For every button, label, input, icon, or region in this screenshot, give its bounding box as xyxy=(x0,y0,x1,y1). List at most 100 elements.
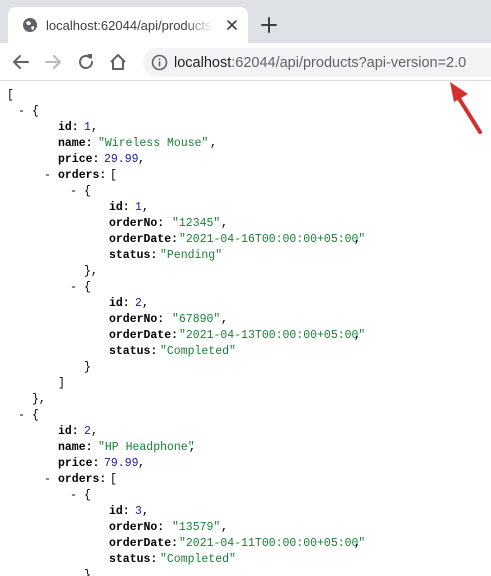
plus-icon[interactable] xyxy=(258,14,280,36)
json-key: status: xyxy=(109,553,158,566)
globe-icon xyxy=(23,18,37,32)
json-number: 1 xyxy=(84,121,91,134)
json-string: "13579" xyxy=(172,521,221,534)
json-line: status: "Pending" xyxy=(0,248,222,264)
object-open-brace: { xyxy=(84,185,91,198)
json-line: - orders: [ xyxy=(0,472,117,488)
json-line: status: "Completed" xyxy=(0,552,236,568)
json-string: "HP Headphone" xyxy=(98,441,195,454)
close-icon[interactable] xyxy=(224,17,240,33)
json-key: orderNo: xyxy=(109,521,165,534)
json-key: status: xyxy=(109,345,158,358)
json-key: price: xyxy=(58,153,100,166)
collapse-toggle[interactable]: - xyxy=(18,104,25,120)
json-key: id: xyxy=(58,121,79,134)
json-key: orderNo: xyxy=(109,313,165,326)
json-number: 79.99 xyxy=(104,457,139,470)
json-number: 2 xyxy=(135,297,142,310)
json-viewer: [ - { id: 1 , name: "Wireless Mouse" , p… xyxy=(0,82,491,576)
info-icon[interactable] xyxy=(151,54,168,71)
json-line: orderNo: "67890" , xyxy=(0,312,228,328)
comma: , xyxy=(91,121,98,134)
json-key: name: xyxy=(58,137,93,150)
object-close-brace: }, xyxy=(32,393,46,406)
forward-arrow-icon[interactable] xyxy=(42,51,64,73)
json-line: - { xyxy=(0,104,39,120)
json-line: price: 79.99 , xyxy=(0,456,145,472)
json-line: - { xyxy=(0,408,39,424)
json-line: price: 29.99 , xyxy=(0,152,145,168)
json-line: } xyxy=(0,360,91,376)
collapse-toggle[interactable]: - xyxy=(70,184,77,200)
array-open-bracket: [ xyxy=(110,473,117,486)
json-line: - { xyxy=(0,280,91,296)
json-number: 2 xyxy=(84,425,91,438)
json-line: orderNo: "13579" , xyxy=(0,520,228,536)
json-string: "Pending" xyxy=(160,249,223,262)
json-line: orderDate: "2021-04-11T00:00:00+05:00" , xyxy=(0,536,365,552)
object-open-brace: { xyxy=(32,105,39,118)
reload-icon[interactable] xyxy=(75,51,97,73)
json-string: "12345" xyxy=(172,217,221,230)
json-key: orderDate: xyxy=(109,233,179,246)
json-line: ] xyxy=(0,376,65,392)
json-number: 1 xyxy=(135,201,142,214)
comma: , xyxy=(221,313,228,326)
object-close-brace: }, xyxy=(84,265,98,278)
json-line: orderDate: "2021-04-13T00:00:00+05:00" , xyxy=(0,328,365,344)
json-string: "Completed" xyxy=(160,345,236,358)
json-string: "67890" xyxy=(172,313,221,326)
comma: , xyxy=(138,153,145,166)
comma: , xyxy=(189,441,196,454)
collapse-toggle[interactable]: - xyxy=(70,488,77,504)
json-line: - { xyxy=(0,184,91,200)
object-open-brace: { xyxy=(84,281,91,294)
collapse-toggle[interactable]: - xyxy=(44,472,51,488)
collapse-toggle[interactable]: - xyxy=(18,408,25,424)
object-close-brace: } xyxy=(84,569,91,576)
comma: , xyxy=(138,457,145,470)
json-line: [ xyxy=(0,88,28,104)
url-text[interactable]: localhost:62044/api/products?api-version… xyxy=(174,53,466,73)
tab-title: localhost:62044/api/products?api-version… xyxy=(46,18,214,33)
json-key: name: xyxy=(58,441,93,454)
json-line: id: 3 , xyxy=(0,504,149,520)
json-string: "2021-04-11T00:00:00+05:00" xyxy=(179,537,366,550)
json-line: id: 1 , xyxy=(0,120,98,136)
json-key: orders: xyxy=(58,169,107,182)
json-key: orderDate: xyxy=(109,537,179,550)
json-line: }, xyxy=(0,392,46,408)
array-close-bracket: ] xyxy=(58,377,65,390)
collapse-toggle[interactable]: - xyxy=(44,168,51,184)
json-line: status: "Completed" xyxy=(0,344,236,360)
object-open-brace: { xyxy=(84,489,91,502)
json-number: 3 xyxy=(135,505,142,518)
json-string: "Wireless Mouse" xyxy=(98,137,209,150)
json-key: id: xyxy=(109,505,130,518)
json-line: id: 2 , xyxy=(0,424,98,440)
json-key: price: xyxy=(58,457,100,470)
json-line: - orders: [ xyxy=(0,168,117,184)
comma: , xyxy=(221,521,228,534)
json-key: orderDate: xyxy=(109,329,179,342)
json-line: name: "HP Headphone" , xyxy=(0,440,196,456)
json-line: orderNo: "12345" , xyxy=(0,216,228,232)
json-string: "Completed" xyxy=(160,553,236,566)
tab-strip: localhost:62044/api/products?api-version… xyxy=(0,0,491,43)
json-line: id: 1 , xyxy=(0,200,149,216)
open-bracket: [ xyxy=(7,89,14,102)
back-arrow-icon[interactable] xyxy=(10,51,32,73)
comma: , xyxy=(91,425,98,438)
browser-tab[interactable]: localhost:62044/api/products?api-version… xyxy=(8,7,248,43)
json-key: orders: xyxy=(58,473,107,486)
comma: , xyxy=(221,217,228,230)
comma: , xyxy=(142,505,149,518)
comma: , xyxy=(354,233,361,246)
address-bar[interactable]: localhost:62044/api/products?api-version… xyxy=(143,48,491,77)
json-number: 29.99 xyxy=(104,153,139,166)
object-close-brace: } xyxy=(84,361,91,374)
home-icon[interactable] xyxy=(107,51,129,73)
json-key: id: xyxy=(109,297,130,310)
comma: , xyxy=(142,201,149,214)
collapse-toggle[interactable]: - xyxy=(70,280,77,296)
